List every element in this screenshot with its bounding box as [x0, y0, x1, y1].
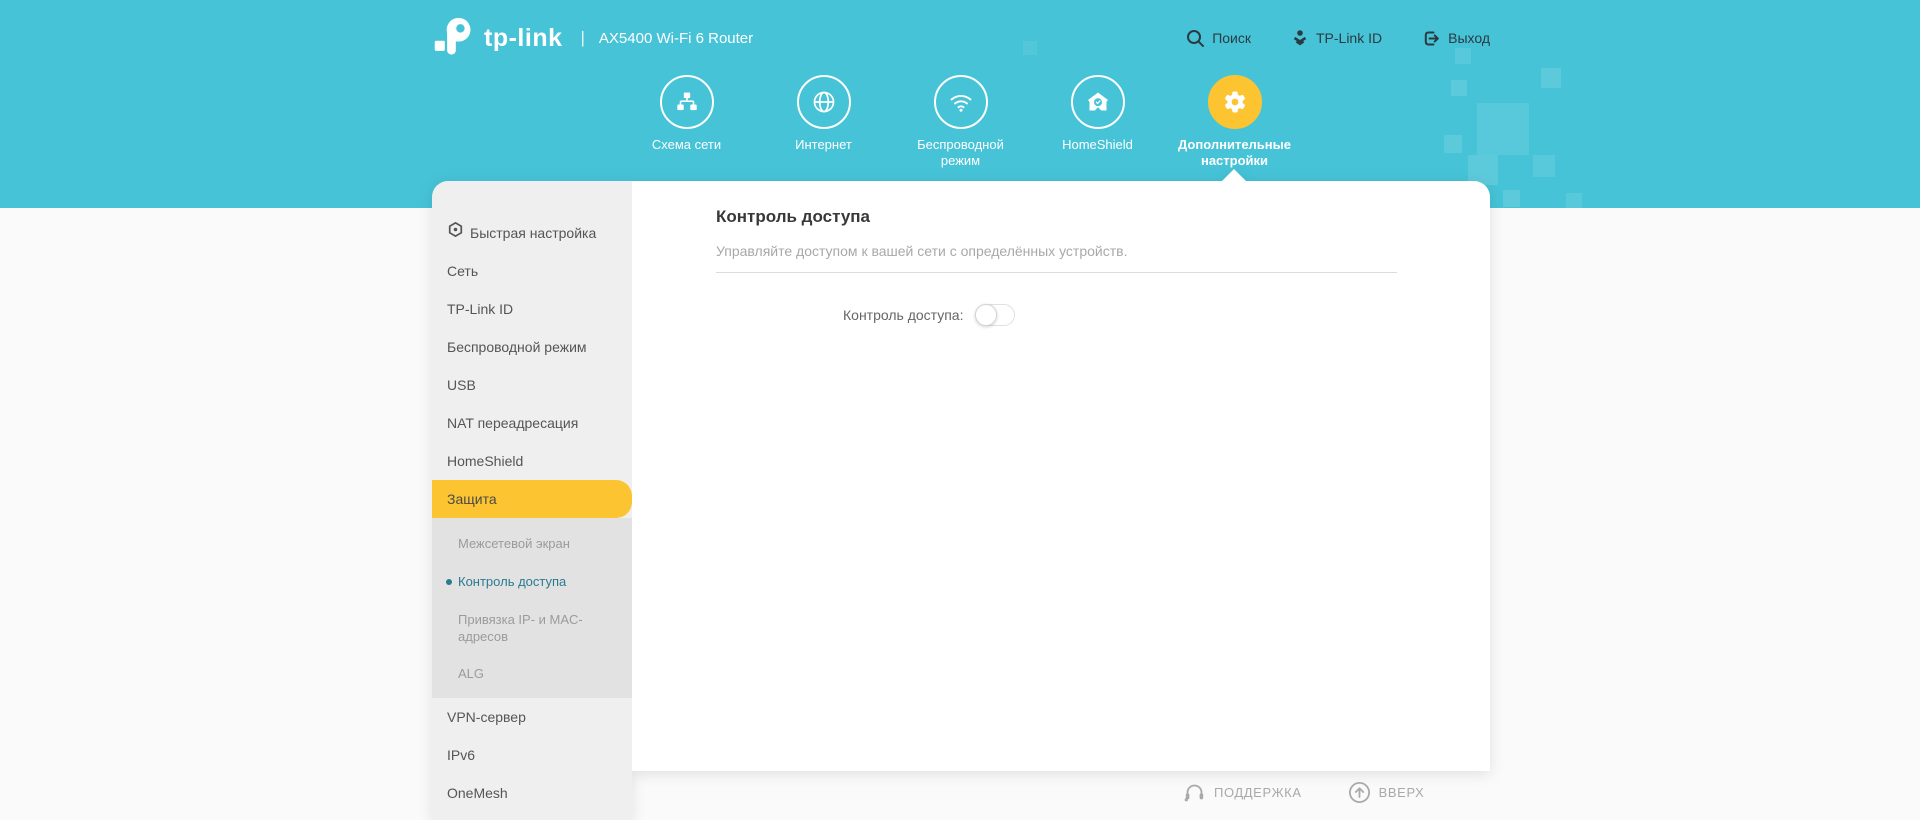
search-icon: [1186, 29, 1205, 48]
deco-square: [1541, 68, 1561, 88]
topbar-actions: Поиск TP-Link ID Выход: [1186, 29, 1490, 48]
logo-text: tp-link: [484, 23, 563, 52]
router-admin-page: tp-link | AX5400 Wi-Fi 6 Router Поиск TP…: [0, 0, 1920, 820]
tab-wireless[interactable]: Беспроводной режим: [892, 75, 1029, 169]
submenu-item-ip-mac-binding[interactable]: Привязка IP- и MAC-адресов: [432, 601, 632, 655]
back-to-top-label: ВВЕРХ: [1378, 785, 1425, 800]
deco-square: [1566, 193, 1582, 209]
page-title: Контроль доступа: [716, 207, 871, 226]
gear-icon: [1207, 75, 1262, 129]
headset-icon: [1183, 781, 1206, 804]
sidebar-item-security[interactable]: Защита: [432, 480, 632, 518]
brand: tp-link | AX5400 Wi-Fi 6 Router: [432, 15, 753, 61]
tplink-id-label: TP-Link ID: [1315, 30, 1383, 46]
sidebar-menu: Быстрая настройка Сеть TP-Link ID Беспро…: [432, 181, 632, 518]
tab-advanced-settings[interactable]: Дополнительные настройки: [1166, 75, 1303, 169]
tab-label: HomeShield: [1062, 137, 1133, 152]
sidebar-menu-bottom: VPN-сервер IPv6 OneMesh: [432, 698, 632, 812]
globe-icon: [796, 75, 851, 129]
toggle-label: Контроль доступа:: [843, 307, 964, 323]
network-map-icon: [659, 75, 714, 129]
sidebar-item-nat[interactable]: NAT переадресация: [432, 404, 632, 442]
sidebar: Быстрая настройка Сеть TP-Link ID Беспро…: [432, 181, 632, 820]
logout-icon: [1422, 29, 1441, 48]
back-to-top-button[interactable]: ВВЕРХ: [1348, 781, 1425, 804]
home-shield-icon: [1070, 75, 1125, 129]
tab-label: Схема сети: [651, 137, 722, 152]
deco-square: [1444, 135, 1462, 153]
divider: [716, 272, 1397, 273]
sidebar-item-label: Быстрая настройка: [470, 225, 597, 241]
tab-label: Беспроводной режим: [917, 137, 1004, 168]
wifi-icon: [933, 75, 988, 129]
deco-square: [1533, 155, 1555, 177]
sidebar-item-vpn-server[interactable]: VPN-сервер: [432, 698, 632, 736]
brand-separator: |: [580, 28, 585, 47]
tab-internet[interactable]: Интернет: [755, 75, 892, 169]
content-area: Контроль доступа Управляйте доступом к в…: [632, 169, 1490, 771]
submenu-item-alg[interactable]: ALG: [432, 655, 632, 693]
sidebar-item-tplink-id[interactable]: TP-Link ID: [432, 290, 632, 328]
tab-label: Интернет: [795, 137, 852, 152]
sidebar-item-wireless[interactable]: Беспроводной режим: [432, 328, 632, 366]
topbar: tp-link | AX5400 Wi-Fi 6 Router Поиск TP…: [432, 10, 1490, 66]
active-tab-pointer: [1222, 169, 1246, 181]
selected-dot-icon: [446, 579, 452, 585]
access-control-toggle[interactable]: [975, 304, 1016, 326]
sidebar-item-usb[interactable]: USB: [432, 366, 632, 404]
tp-link-logo-icon: [434, 17, 471, 55]
security-submenu: Межсетевой экран Контроль доступа Привяз…: [432, 518, 632, 698]
tab-label: Дополнительные настройки: [1178, 137, 1291, 168]
tab-network-map[interactable]: Схема сети: [618, 75, 755, 169]
support-button[interactable]: ПОДДЕРЖКА: [1183, 781, 1302, 804]
access-control-row: Контроль доступа:: [843, 304, 1397, 326]
person-icon: [1291, 29, 1309, 47]
arrow-up-circle-icon: [1348, 781, 1371, 804]
deco-square: [1503, 190, 1520, 207]
logout-label: Выход: [1448, 30, 1490, 46]
deco-square: [1451, 80, 1467, 96]
deco-square: [1477, 103, 1529, 155]
search-button[interactable]: Поиск: [1186, 29, 1251, 48]
sidebar-item-quick-setup[interactable]: Быстрая настройка: [432, 214, 632, 252]
search-label: Поиск: [1212, 30, 1251, 46]
logout-button[interactable]: Выход: [1422, 29, 1490, 48]
submenu-item-label: Контроль доступа: [458, 574, 567, 589]
sidebar-item-onemesh[interactable]: OneMesh: [432, 774, 632, 812]
submenu-item-firewall[interactable]: Межсетевой экран: [432, 525, 632, 563]
page-description: Управляйте доступом к вашей сети с опред…: [716, 243, 1128, 259]
product-title: AX5400 Wi-Fi 6 Router: [598, 29, 754, 47]
tplink-id-button[interactable]: TP-Link ID: [1291, 29, 1382, 47]
sidebar-item-network[interactable]: Сеть: [432, 252, 632, 290]
support-label: ПОДДЕРЖКА: [1214, 785, 1302, 800]
settings-panel: Быстрая настройка Сеть TP-Link ID Беспро…: [432, 169, 1490, 820]
toggle-knob: [975, 304, 998, 326]
main-nav: Схема сети Интернет Беспроводной режим H…: [618, 75, 1303, 169]
gear-outline-icon: [447, 214, 464, 252]
footer: ПОДДЕРЖКА ВВЕРХ: [1183, 781, 1424, 804]
sidebar-item-homeshield[interactable]: HomeShield: [432, 442, 632, 480]
submenu-item-access-control[interactable]: Контроль доступа: [432, 563, 632, 601]
tab-homeshield[interactable]: HomeShield: [1029, 75, 1166, 169]
sidebar-item-ipv6[interactable]: IPv6: [432, 736, 632, 774]
